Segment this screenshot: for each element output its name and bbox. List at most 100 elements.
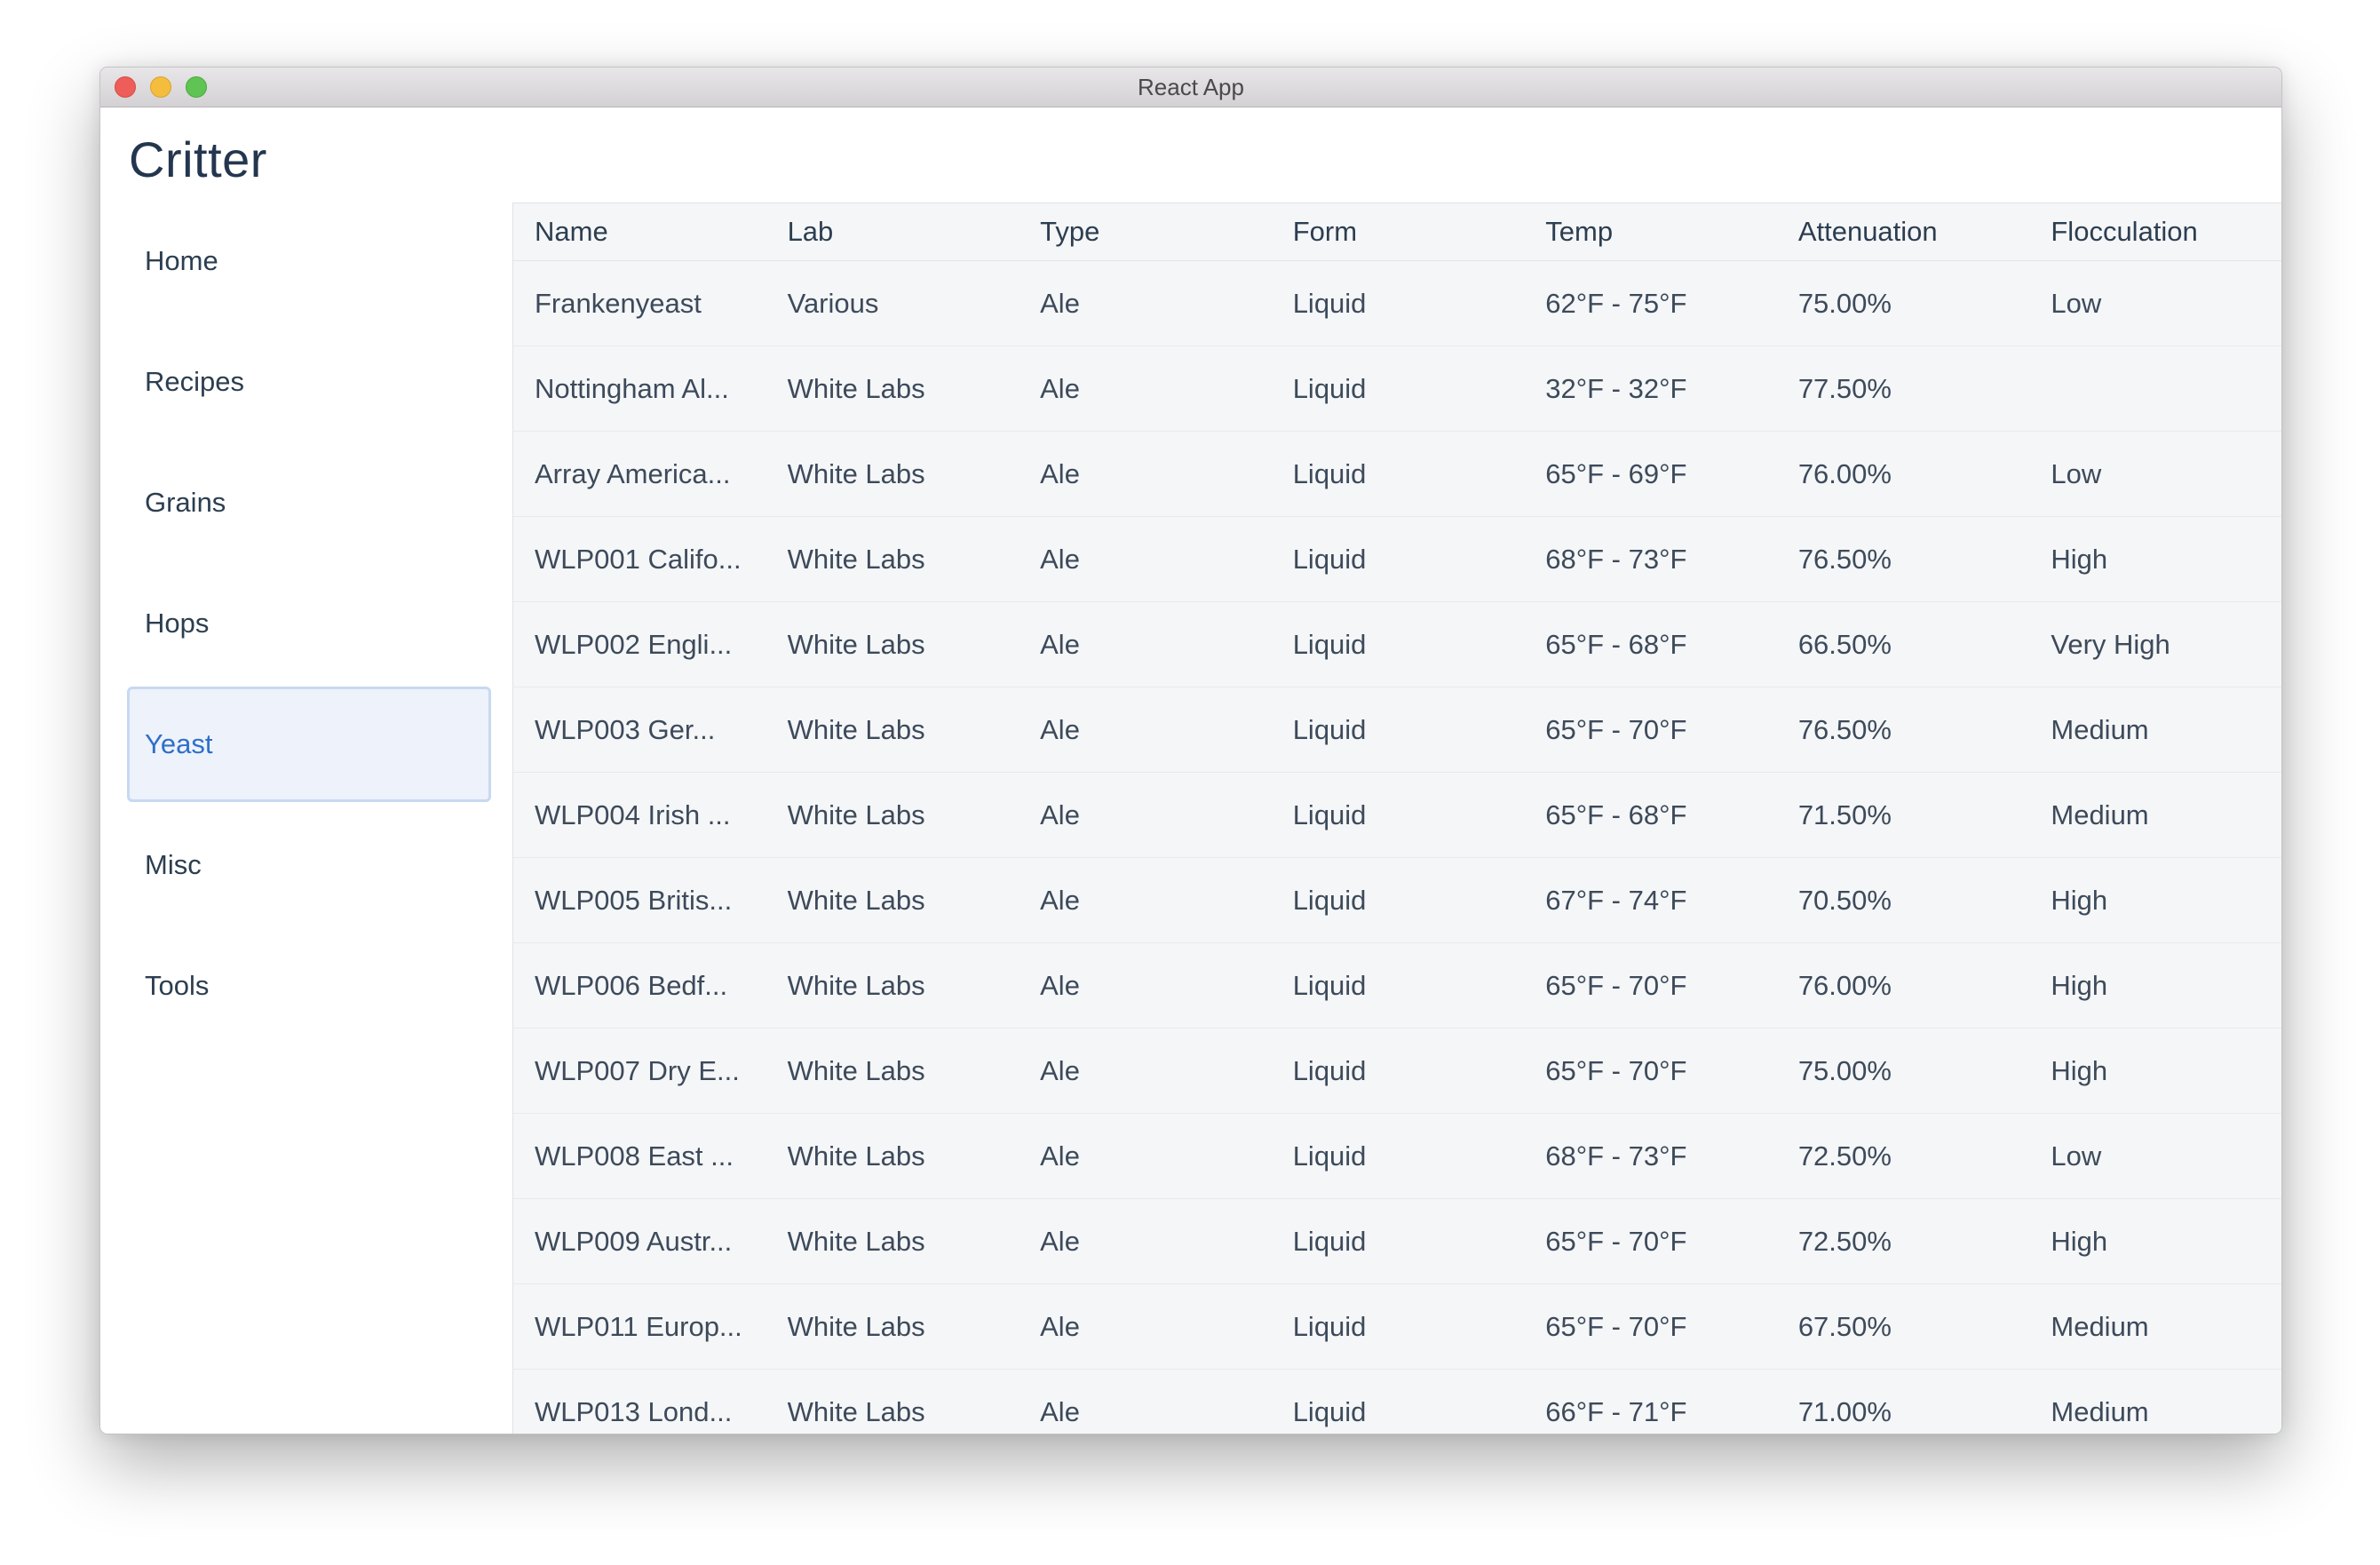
cell-attenuation: 75.00%	[1776, 260, 2030, 346]
table-row[interactable]: WLP006 Bedf... White Labs Ale Liquid 65°F - …	[513, 942, 2281, 1029]
cell-temp: 65°F - 70°F	[1524, 1198, 1777, 1284]
cell-form: Liquid	[1271, 687, 1525, 773]
sidebar-item-yeast[interactable]: Yeast	[127, 687, 491, 802]
cell-type: Ale	[1019, 1113, 1272, 1199]
sidebar-item-label: Yeast	[145, 728, 213, 759]
table-row[interactable]: WLP004 Irish ... White Labs Ale Liquid 65°F …	[513, 772, 2281, 858]
cell-name: WLP009 Austr...	[513, 1198, 766, 1284]
cell-attenuation: 71.00%	[1776, 1369, 2030, 1434]
cell-lab: White Labs	[766, 772, 1019, 858]
sidebar-nav: Home Recipes Grains Hops Yeast Misc Tool…	[127, 203, 491, 1049]
cell-form: Liquid	[1271, 942, 1525, 1029]
cell-name: WLP008 East ...	[513, 1113, 766, 1199]
column-header-attenuation[interactable]: Attenuation	[1776, 203, 2030, 261]
yeast-table: Name Lab Type Form Temp Attenuation Flocculati…	[513, 203, 2281, 1434]
column-header-type[interactable]: Type	[1019, 203, 1272, 261]
title-bar[interactable]: React App	[100, 68, 2281, 107]
column-header-temp[interactable]: Temp	[1524, 203, 1777, 261]
column-header-flocculation[interactable]: Flocculation	[2029, 203, 2281, 261]
cell-attenuation: 67.50%	[1776, 1283, 2030, 1370]
cell-attenuation: 72.50%	[1776, 1113, 2030, 1199]
table-row[interactable]: WLP011 Europ... White Labs Ale Liquid 65°F -…	[513, 1283, 2281, 1370]
table-row[interactable]: Array America... White Labs Ale Liquid 65°F …	[513, 431, 2281, 517]
table-row[interactable]: WLP007 Dry E... White Labs Ale Liquid 65°F -…	[513, 1028, 2281, 1114]
cell-flocculation: Medium	[2029, 772, 2281, 858]
cell-type: Ale	[1019, 687, 1272, 773]
cell-flocculation: High	[2029, 857, 2281, 943]
table-row[interactable]: Frankenyeast Various Ale Liquid 62°F - 75°F 7…	[513, 260, 2281, 346]
table-row[interactable]: WLP002 Engli... White Labs Ale Liquid 65°F -…	[513, 601, 2281, 687]
yeast-table-container[interactable]: Name Lab Type Form Temp Attenuation Flocculati…	[512, 203, 2281, 1434]
cell-flocculation: High	[2029, 942, 2281, 1029]
cell-name: WLP002 Engli...	[513, 601, 766, 687]
cell-name: WLP006 Bedf...	[513, 942, 766, 1029]
app-window: React App Critter Home Recipes Grains Ho…	[99, 67, 2282, 1434]
cell-attenuation: 76.50%	[1776, 687, 2030, 773]
table-row[interactable]: WLP013 Lond... White Labs Ale Liquid 66°F - …	[513, 1369, 2281, 1434]
cell-form: Liquid	[1271, 601, 1525, 687]
table-row[interactable]: WLP005 Britis... White Labs Ale Liquid 67°F …	[513, 857, 2281, 943]
cell-type: Ale	[1019, 601, 1272, 687]
cell-form: Liquid	[1271, 1283, 1525, 1370]
column-header-lab[interactable]: Lab	[766, 203, 1019, 261]
sidebar-item-home[interactable]: Home	[127, 203, 491, 319]
cell-type: Ale	[1019, 346, 1272, 432]
cell-lab: White Labs	[766, 857, 1019, 943]
cell-form: Liquid	[1271, 516, 1525, 602]
cell-form: Liquid	[1271, 431, 1525, 517]
cell-temp: 62°F - 75°F	[1524, 260, 1777, 346]
cell-temp: 65°F - 68°F	[1524, 772, 1777, 858]
cell-type: Ale	[1019, 1198, 1272, 1284]
cell-flocculation: High	[2029, 1028, 2281, 1114]
cell-attenuation: 76.00%	[1776, 431, 2030, 517]
table-row[interactable]: WLP009 Austr... White Labs Ale Liquid 65°F -…	[513, 1198, 2281, 1284]
cell-attenuation: 76.00%	[1776, 942, 2030, 1029]
sidebar-item-tools[interactable]: Tools	[127, 928, 491, 1044]
cell-form: Liquid	[1271, 260, 1525, 346]
cell-temp: 65°F - 70°F	[1524, 687, 1777, 773]
cell-temp: 65°F - 70°F	[1524, 1283, 1777, 1370]
table-header-row: Name Lab Type Form Temp Attenuation Flocculati…	[513, 203, 2281, 261]
cell-form: Liquid	[1271, 1028, 1525, 1114]
sidebar-item-label: Misc	[145, 849, 202, 880]
cell-form: Liquid	[1271, 857, 1525, 943]
cell-attenuation: 71.50%	[1776, 772, 2030, 858]
cell-flocculation: High	[2029, 1198, 2281, 1284]
sidebar-item-recipes[interactable]: Recipes	[127, 324, 491, 440]
sidebar-item-grains[interactable]: Grains	[127, 445, 491, 560]
sidebar-item-label: Recipes	[145, 366, 244, 397]
cell-attenuation: 72.50%	[1776, 1198, 2030, 1284]
cell-type: Ale	[1019, 1028, 1272, 1114]
cell-flocculation: Very High	[2029, 601, 2281, 687]
table-row[interactable]: Nottingham Al... White Labs Ale Liquid 32°F …	[513, 346, 2281, 432]
cell-temp: 65°F - 68°F	[1524, 601, 1777, 687]
sidebar-item-hops[interactable]: Hops	[127, 566, 491, 681]
cell-type: Ale	[1019, 516, 1272, 602]
cell-temp: 66°F - 71°F	[1524, 1369, 1777, 1434]
cell-lab: White Labs	[766, 1028, 1019, 1114]
cell-temp: 67°F - 74°F	[1524, 857, 1777, 943]
cell-flocculation: Low	[2029, 260, 2281, 346]
app-brand[interactable]: Critter	[129, 131, 267, 188]
cell-lab: White Labs	[766, 1283, 1019, 1370]
cell-name: WLP007 Dry E...	[513, 1028, 766, 1114]
cell-type: Ale	[1019, 857, 1272, 943]
column-header-name[interactable]: Name	[513, 203, 766, 261]
cell-form: Liquid	[1271, 346, 1525, 432]
column-header-form[interactable]: Form	[1271, 203, 1525, 261]
cell-form: Liquid	[1271, 1198, 1525, 1284]
table-row[interactable]: WLP008 East ... White Labs Ale Liquid 68°F -…	[513, 1113, 2281, 1199]
table-row[interactable]: WLP003 Ger... White Labs Ale Liquid 65°F - 7…	[513, 687, 2281, 773]
sidebar-item-label: Home	[145, 245, 218, 276]
cell-name: WLP003 Ger...	[513, 687, 766, 773]
cell-name: WLP005 Britis...	[513, 857, 766, 943]
app-content: Critter Home Recipes Grains Hops Yeast M…	[100, 107, 2281, 1434]
sidebar-item-misc[interactable]: Misc	[127, 807, 491, 923]
table-row[interactable]: WLP001 Califo... White Labs Ale Liquid 68°F …	[513, 516, 2281, 602]
cell-attenuation: 66.50%	[1776, 601, 2030, 687]
cell-flocculation: Medium	[2029, 687, 2281, 773]
cell-type: Ale	[1019, 772, 1272, 858]
desktop: React App Critter Home Recipes Grains Ho…	[0, 0, 2380, 1565]
cell-form: Liquid	[1271, 1113, 1525, 1199]
cell-lab: White Labs	[766, 516, 1019, 602]
